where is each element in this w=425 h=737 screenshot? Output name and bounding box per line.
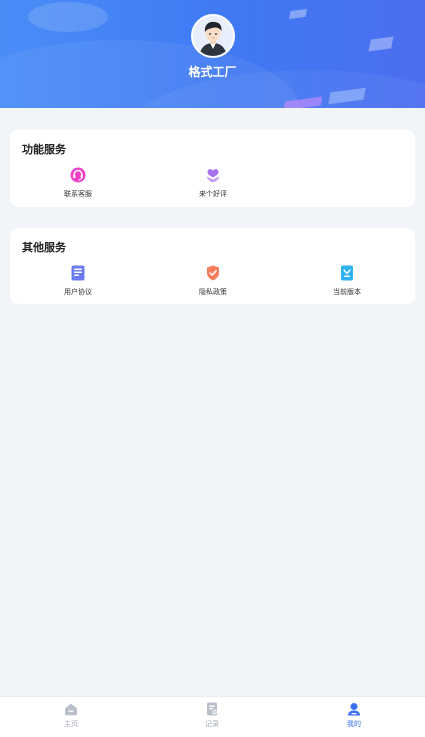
user-agreement-button[interactable]: 用户协议 [38, 263, 118, 297]
tab-label: 我的 [347, 720, 361, 728]
records-icon [207, 702, 217, 716]
username: 格式工厂 [188, 65, 237, 79]
shield-check-icon [207, 265, 219, 281]
item-label: 隐私政策 [199, 288, 227, 296]
user-profile-icon [348, 703, 360, 716]
customer-service-icon [70, 167, 86, 183]
floating-cube-decoration [368, 36, 394, 52]
item-label: 联系客服 [64, 190, 92, 198]
privacy-policy-button[interactable]: 隐私政策 [173, 263, 253, 297]
item-label: 当前版本 [333, 288, 361, 296]
bottom-tab-bar: 主页 记录 我的 [0, 696, 425, 737]
function-services-card: 功能服务 联系客服 来个好评 [10, 130, 415, 207]
item-label: 来个好评 [199, 190, 227, 198]
version-icon [341, 265, 353, 281]
header-glow-decoration [28, 2, 108, 32]
avatar-boy-icon [193, 16, 233, 56]
current-version-button[interactable]: 当前版本 [307, 263, 387, 297]
tab-label: 主页 [64, 720, 78, 728]
tab-label: 记录 [205, 720, 219, 728]
tab-mine[interactable]: 我的 [324, 701, 384, 729]
contact-support-button[interactable]: 联系客服 [38, 165, 118, 199]
tab-home[interactable]: 主页 [41, 701, 101, 729]
heart-flower-icon [206, 169, 220, 182]
section-title: 功能服务 [22, 143, 66, 156]
other-services-card: 其他服务 用户协议 隐私政策 当前版本 [10, 228, 415, 304]
home-icon [65, 703, 77, 716]
avatar[interactable] [191, 14, 235, 58]
document-icon [71, 265, 85, 281]
rate-app-button[interactable]: 来个好评 [173, 165, 253, 199]
floating-cube-decoration [288, 8, 308, 20]
section-title: 其他服务 [22, 241, 66, 254]
profile-header: 格式工厂 [0, 0, 425, 108]
item-label: 用户协议 [64, 288, 92, 296]
tab-records[interactable]: 记录 [182, 701, 242, 729]
